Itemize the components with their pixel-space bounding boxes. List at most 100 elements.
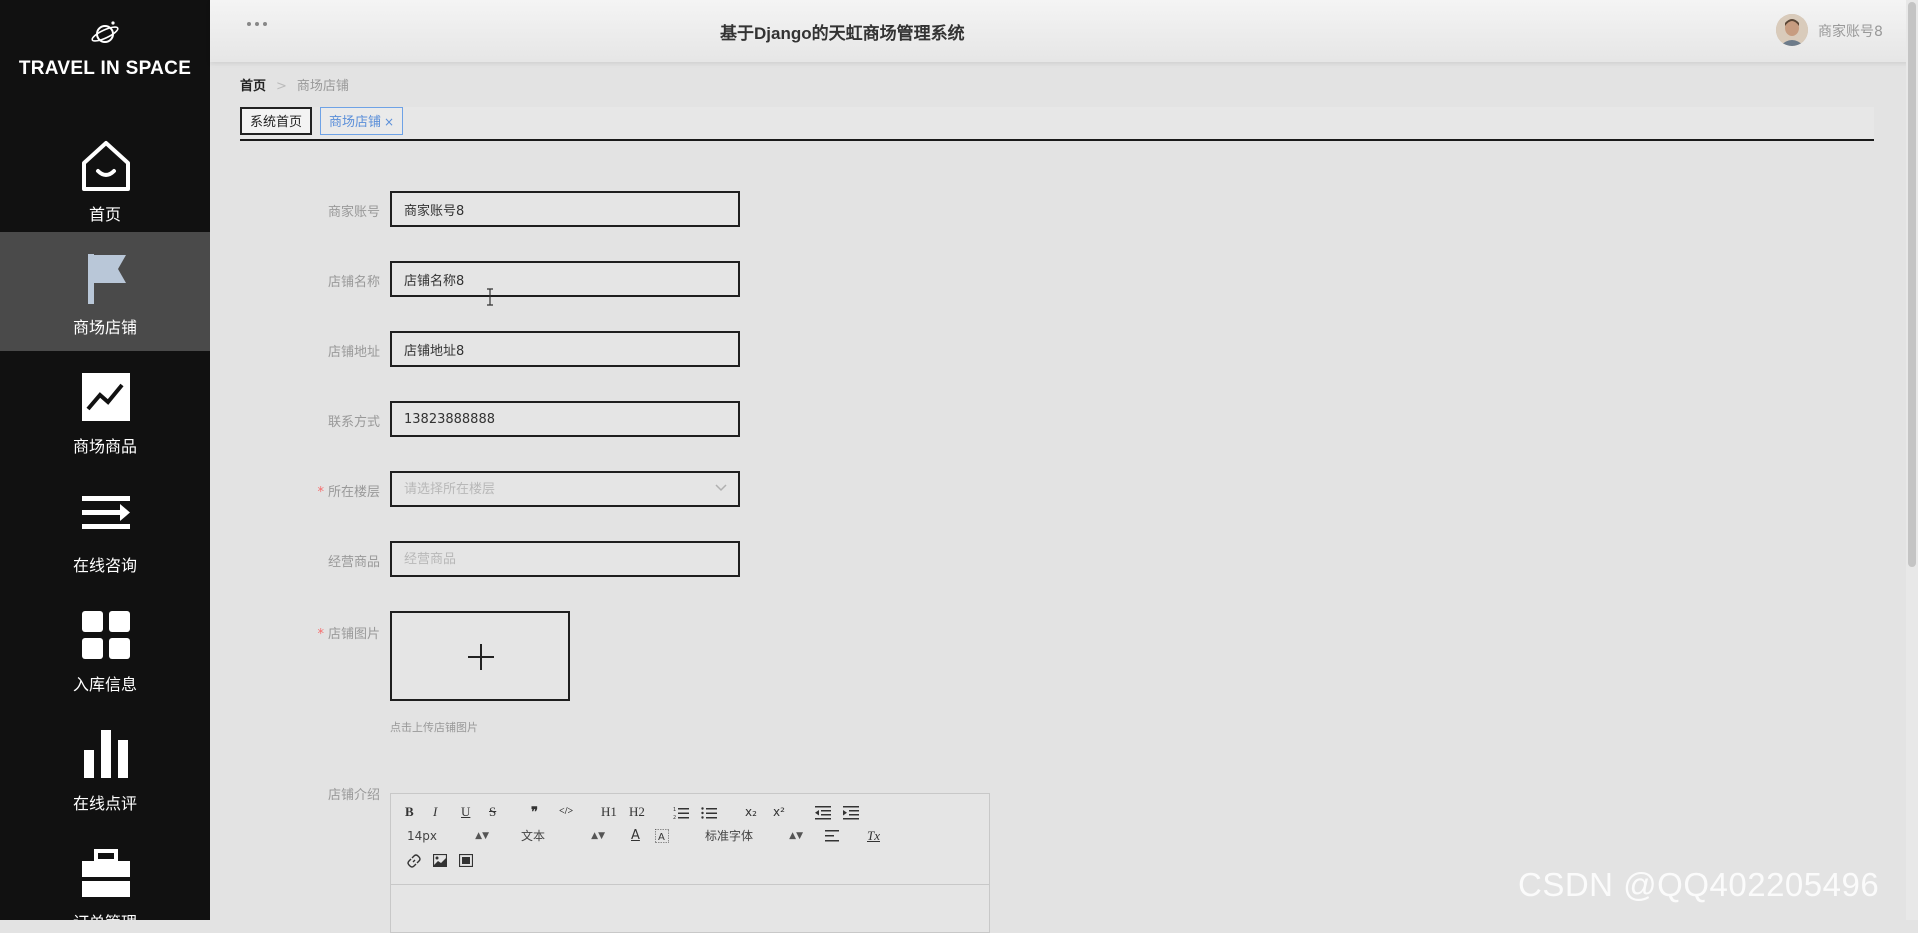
svg-text:A: A [658, 832, 665, 843]
scrollbar[interactable] [1906, 0, 1918, 920]
superscript-button[interactable]: x² [773, 802, 785, 822]
merchant-account-input[interactable] [390, 191, 740, 227]
sidebar-item-label: 商场店铺 [72, 318, 137, 337]
shop-image-label-text: 店铺图片 [327, 627, 380, 642]
grid-icon [82, 611, 130, 659]
form-row-shop-name: 店铺名称 [240, 261, 840, 299]
font-family-value: 标准字体 [705, 829, 754, 843]
image-icon[interactable] [433, 854, 447, 867]
font-size-select[interactable]: 14px ▲▼ [407, 826, 489, 846]
background-color-icon[interactable]: A [655, 829, 669, 843]
top-header: 基于Django的天虹商场管理系统 商家账号8 [210, 0, 1918, 62]
svg-text:2: 2 [673, 815, 676, 820]
indent-icon[interactable] [843, 806, 859, 820]
shop-address-input[interactable] [390, 331, 740, 367]
subscript-button[interactable]: x₂ [745, 802, 757, 822]
link-icon[interactable] [407, 854, 421, 868]
logo[interactable]: TRAVEL IN SPACE [0, 0, 210, 110]
list-icon [82, 496, 130, 529]
form-row-products: 经营商品 [240, 541, 840, 579]
svg-text:1: 1 [673, 807, 676, 813]
shop-name-label: 店铺名称 [327, 275, 380, 290]
merchant-account-label: 商家账号 [327, 205, 380, 220]
products-label: 经营商品 [327, 555, 380, 570]
bullet-list-icon[interactable] [701, 806, 717, 820]
floor-label-text: 所在楼层 [327, 485, 380, 500]
align-left-icon[interactable] [825, 830, 839, 842]
flag-icon [88, 254, 126, 304]
form-row-merchant-account: 商家账号 [240, 191, 840, 229]
shop-name-input[interactable] [390, 261, 740, 297]
contact-label: 联系方式 [327, 415, 380, 430]
more-icon[interactable] [245, 18, 269, 30]
sidebar-item-shops[interactable]: 商场店铺 [0, 232, 210, 351]
brand-name: TRAVEL IN SPACE [18, 58, 192, 79]
user-avatar-icon [1776, 14, 1808, 46]
sidebar: TRAVEL IN SPACE 首页 商场店铺 商场商品 在线咨询 入库信息 在… [0, 0, 210, 920]
sidebar-item-label: 在线点评 [72, 794, 137, 813]
quote-button[interactable]: ❞ [531, 802, 538, 822]
header-select[interactable]: 文本 ▲▼ [521, 826, 605, 846]
breadcrumb-current: 商场店铺 [296, 79, 349, 94]
floor-select[interactable] [390, 471, 740, 507]
clean-format-button[interactable]: Tx [867, 826, 880, 846]
underline-button[interactable]: U [461, 802, 470, 822]
floor-label: * 所在楼层 [317, 481, 380, 500]
planet-icon [91, 21, 119, 43]
bar-chart-icon [84, 730, 128, 778]
updown-icon: ▲▼ [789, 831, 803, 841]
form-row-shop-address: 店铺地址 [240, 331, 840, 369]
h2-button[interactable]: H2 [629, 802, 645, 822]
sidebar-item-orders[interactable]: 订单管理 [0, 827, 210, 920]
image-upload-button[interactable] [390, 611, 570, 701]
strike-button[interactable]: S [489, 802, 496, 822]
sidebar-item-label: 订单管理 [0, 909, 210, 920]
scrollbar-thumb[interactable] [1908, 2, 1916, 567]
breadcrumb: 首页 > 商场店铺 [240, 75, 349, 94]
watermark: CSDN @QQ402205496 [1518, 866, 1880, 903]
outdent-icon[interactable] [815, 806, 831, 820]
video-icon[interactable] [459, 854, 473, 867]
bold-button[interactable]: B [405, 802, 414, 822]
ordered-list-icon[interactable]: 12 [673, 806, 689, 820]
required-mark: * [317, 485, 324, 500]
shop-intro-label: 店铺介绍 [327, 788, 380, 803]
text-cursor-icon [487, 288, 493, 306]
header-value: 文本 [521, 829, 546, 843]
h1-button[interactable]: H1 [601, 802, 617, 822]
avatar[interactable] [1776, 14, 1808, 46]
tab-label: 商场店铺 [329, 115, 382, 130]
breadcrumb-separator: > [276, 79, 287, 94]
briefcase-icon [82, 849, 130, 897]
products-input[interactable] [390, 541, 740, 577]
font-family-select[interactable]: 标准字体 ▲▼ [705, 826, 803, 846]
tab-system-home[interactable]: 系统首页 [240, 107, 313, 135]
sidebar-item-reviews[interactable]: 在线点评 [0, 708, 210, 827]
contact-input[interactable] [390, 401, 740, 437]
sidebar-item-label: 商场商品 [72, 437, 137, 456]
chart-line-icon [82, 373, 130, 421]
font-size-value: 14px [407, 829, 437, 843]
sidebar-item-consult[interactable]: 在线咨询 [0, 470, 210, 589]
home-icon [82, 141, 130, 191]
plus-icon [468, 644, 494, 670]
sidebar-item-products[interactable]: 商场商品 [0, 351, 210, 470]
sidebar-item-stock[interactable]: 入库信息 [0, 589, 210, 708]
breadcrumb-home[interactable]: 首页 [240, 79, 266, 94]
sidebar-item-label: 入库信息 [72, 675, 137, 694]
tab-shops[interactable]: 商场店铺 × [320, 107, 404, 135]
rich-text-editor: B I U S ❞ </> H1 H2 12 x₂ x² 14px ▲▼ 文本 ▲▼… [390, 793, 990, 933]
updown-icon: ▲▼ [475, 831, 489, 841]
sidebar-item-home[interactable]: 首页 [0, 119, 210, 238]
updown-icon: ▲▼ [591, 831, 605, 841]
sidebar-item-label: 首页 [88, 205, 121, 224]
code-button[interactable]: </> [559, 802, 573, 822]
shop-address-label: 店铺地址 [327, 345, 380, 360]
user-name[interactable]: 商家账号8 [1818, 21, 1883, 41]
required-mark: * [317, 627, 324, 642]
italic-button[interactable]: I [433, 802, 437, 822]
upload-hint: 点击上传店铺图片 [390, 721, 478, 734]
font-color-button[interactable]: A [631, 826, 640, 846]
editor-toolbar: B I U S ❞ </> H1 H2 12 x₂ x² 14px ▲▼ 文本 ▲▼… [391, 794, 989, 885]
close-icon[interactable]: × [384, 115, 394, 129]
